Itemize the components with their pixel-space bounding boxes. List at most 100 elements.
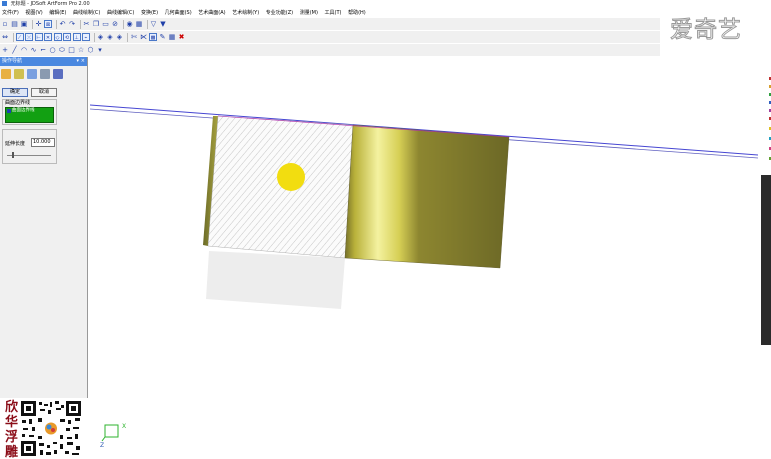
- view-icon[interactable]: [53, 69, 63, 79]
- spline-icon[interactable]: ∿: [30, 46, 38, 54]
- promo-block: 欣华浮雕: [0, 398, 88, 459]
- arc-icon[interactable]: ◠: [20, 46, 28, 54]
- toolbar-separator: [127, 32, 128, 42]
- cut-icon[interactable]: ✂: [83, 20, 91, 28]
- dropdown-icon[interactable]: ▾: [96, 46, 104, 54]
- rectangle-icon[interactable]: □: [68, 46, 76, 54]
- trim-icon[interactable]: ⤫: [25, 33, 33, 41]
- scroll-region[interactable]: [761, 175, 771, 345]
- save-icon[interactable]: ▣: [20, 20, 28, 28]
- 3d-viewport[interactable]: X Z: [90, 57, 758, 459]
- bucket-icon[interactable]: ▼: [159, 20, 167, 28]
- panel-header: 操作导航 ▾ ×: [0, 57, 87, 66]
- select-box-icon[interactable]: ⊠: [44, 20, 52, 28]
- yellow-marker[interactable]: [277, 163, 305, 191]
- brush-icon[interactable]: ✎: [159, 33, 167, 41]
- close-icon[interactable]: ×: [81, 57, 85, 66]
- hatched-surface[interactable]: [207, 115, 354, 259]
- filter-icon[interactable]: ▽: [150, 20, 158, 28]
- rotate-icon[interactable]: ⟲: [63, 33, 71, 41]
- layer-icon[interactable]: ▦: [135, 20, 143, 28]
- undo-icon[interactable]: ↶: [59, 20, 67, 28]
- menu-geometric-surface[interactable]: 几何曲面(S): [163, 8, 194, 18]
- split-icon[interactable]: ⋉: [140, 33, 148, 41]
- arrows-icon[interactable]: ⇔: [1, 33, 9, 41]
- surface-edit-icon[interactable]: ◈: [106, 33, 114, 41]
- menu-art-surface[interactable]: 艺术曲面(A): [196, 8, 227, 18]
- mesh-icon[interactable]: ▩: [149, 33, 157, 41]
- cross-icon[interactable]: ✕: [44, 33, 52, 41]
- close-x-icon[interactable]: ✖: [178, 33, 186, 41]
- node-icon[interactable]: ◇: [53, 33, 62, 41]
- scissor-icon[interactable]: ✄: [130, 33, 138, 41]
- grid-icon[interactable]: ▦: [168, 33, 176, 41]
- polyline-icon[interactable]: ⌐: [39, 46, 47, 54]
- menu-pro-functions[interactable]: 专业功能(Z): [264, 8, 295, 18]
- link-icon[interactable]: ⌁: [82, 33, 90, 41]
- menu-edit[interactable]: 编辑(E): [47, 8, 68, 18]
- open-file-icon[interactable]: ▤: [11, 20, 19, 28]
- window-title: 无标题 - JDSoft ArtForm Pro 2.00: [10, 1, 90, 7]
- toolbar-separator: [79, 19, 81, 29]
- delete-icon[interactable]: ⊘: [111, 20, 119, 28]
- ok-button[interactable]: 确定: [2, 88, 28, 97]
- menu-bar: 文件(F) 视图(V) 编辑(E) 曲线绘制(C) 曲线编辑(C) 变换(E) …: [0, 8, 771, 18]
- history-icon[interactable]: [40, 69, 50, 79]
- cancel-button[interactable]: 取消: [31, 88, 57, 97]
- paste-icon[interactable]: ▭: [102, 20, 110, 28]
- axis-x-label: X: [122, 423, 126, 430]
- extend-length-group: 延伸长度 10.000: [2, 129, 57, 164]
- tools-icon[interactable]: [14, 69, 24, 79]
- menu-tools[interactable]: 工具(T): [323, 8, 344, 18]
- sphere-icon[interactable]: ◉: [126, 20, 134, 28]
- copy-icon[interactable]: ❐: [92, 20, 100, 28]
- length-slider-thumb[interactable]: [12, 152, 14, 158]
- gold-surface[interactable]: [344, 124, 510, 269]
- list-item[interactable]: 曲面边界线: [6, 108, 53, 114]
- app-icon: [2, 1, 7, 6]
- redo-icon[interactable]: ↷: [68, 20, 76, 28]
- polygon-icon[interactable]: ⬡: [87, 46, 95, 54]
- axis-triad: X Z: [100, 423, 126, 449]
- group-label: 曲面边界线: [5, 100, 31, 106]
- new-file-icon[interactable]: ▫: [1, 20, 9, 28]
- menu-help[interactable]: 帮助(H): [346, 8, 368, 18]
- menu-curve-draw[interactable]: 曲线绘制(C): [71, 8, 102, 18]
- extend-length-label: 延伸长度: [5, 141, 26, 147]
- menu-transform[interactable]: 变换(E): [139, 8, 160, 18]
- extend-curve-icon[interactable]: ⟋: [15, 33, 24, 41]
- boundary-group: 曲面边界线 曲面边界线: [2, 99, 57, 125]
- circle-icon[interactable]: ○: [49, 46, 57, 54]
- palette-icon[interactable]: [1, 69, 11, 79]
- layers-icon[interactable]: [27, 69, 37, 79]
- cut-line-icon[interactable]: ⊢: [34, 33, 43, 41]
- shadow-region: [206, 251, 345, 309]
- menu-file[interactable]: 文件(F): [0, 8, 21, 18]
- toolbar-separator: [55, 19, 57, 29]
- qr-code: [20, 400, 82, 457]
- menu-curve-edit[interactable]: 曲线编辑(C): [105, 8, 136, 18]
- toolbar-separator: [31, 19, 33, 29]
- action-buttons: 确定 取消: [2, 88, 57, 97]
- app-window: 无标题 - JDSoft ArtForm Pro 2.00 文件(F) 视图(V…: [0, 0, 771, 459]
- boundary-list[interactable]: 曲面边界线: [5, 107, 54, 123]
- iqiyi-watermark: 爱奇艺: [670, 17, 742, 44]
- crosshair-icon[interactable]: ✛: [35, 20, 43, 28]
- toolbar-separator: [12, 32, 14, 42]
- star-icon[interactable]: ☆: [77, 46, 85, 54]
- ellipse-icon[interactable]: ⬭: [58, 46, 66, 54]
- perpendicular-icon[interactable]: ⊥: [72, 33, 81, 41]
- panel-icon-row: [0, 66, 87, 82]
- menu-art-draw[interactable]: 艺术绘制(Y): [230, 8, 261, 18]
- line-icon[interactable]: ╱: [11, 46, 19, 54]
- menu-measure[interactable]: 测量(M): [298, 8, 320, 18]
- pin-icon[interactable]: ▾: [76, 57, 79, 66]
- panel-title: 操作导航: [2, 58, 23, 64]
- promo-text: 欣华浮雕: [5, 400, 19, 459]
- surface-blend-icon[interactable]: ◈: [116, 33, 124, 41]
- toolbar-separator: [93, 32, 95, 42]
- menu-view[interactable]: 视图(V): [23, 8, 44, 18]
- point-icon[interactable]: +: [1, 46, 9, 54]
- surface-icon[interactable]: ◈: [97, 33, 105, 41]
- extend-length-input[interactable]: 10.000: [31, 138, 55, 147]
